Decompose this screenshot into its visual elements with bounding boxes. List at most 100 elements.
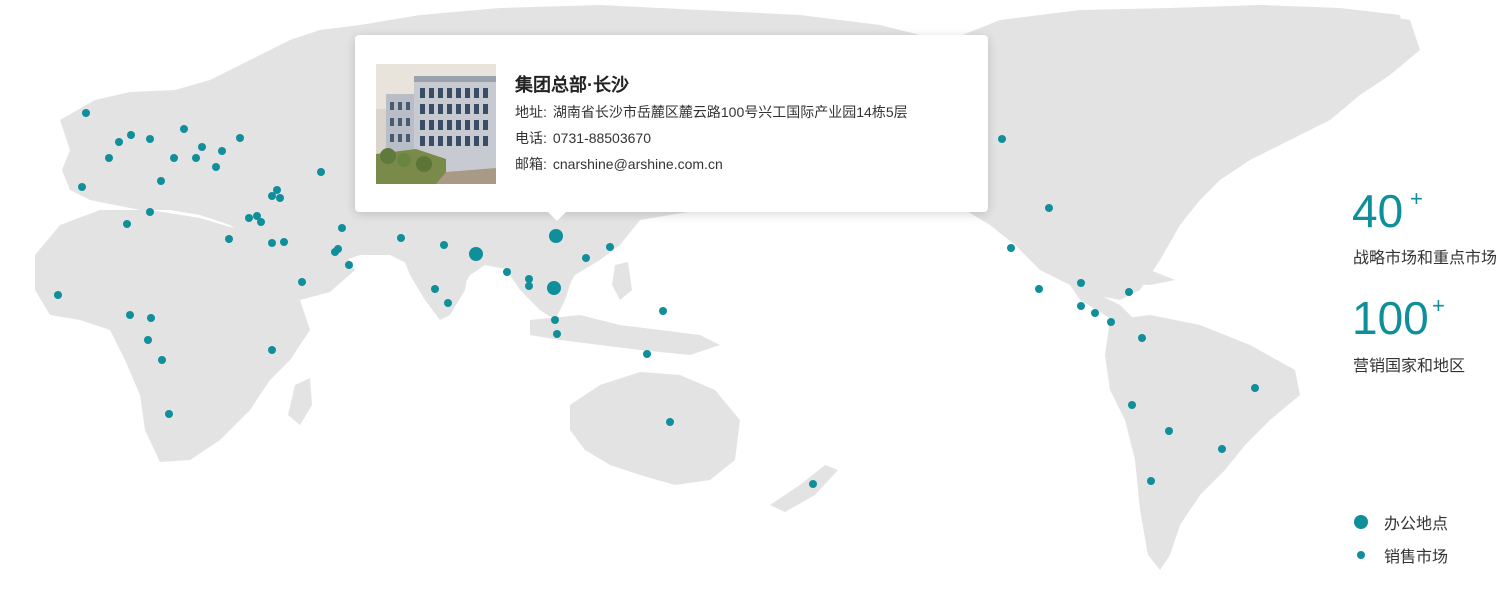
sales-market-dot[interactable] xyxy=(1128,401,1136,409)
legend-office-dot-icon xyxy=(1354,515,1368,529)
sales-market-dot[interactable] xyxy=(1218,445,1226,453)
landmass-madagascar xyxy=(288,378,312,425)
sales-market-dot[interactable] xyxy=(444,299,452,307)
phone-value: 0731-88503670 xyxy=(552,130,651,146)
sales-market-dot[interactable] xyxy=(146,135,154,143)
sales-market-dot[interactable] xyxy=(397,234,405,242)
sales-market-dot[interactable] xyxy=(317,168,325,176)
sales-market-dot[interactable] xyxy=(338,224,346,232)
office-location-dot[interactable] xyxy=(547,281,561,295)
stat-strategic-markets-label: 战略市场和重点市场 xyxy=(1353,250,1498,267)
sales-market-dot[interactable] xyxy=(666,418,674,426)
landmass-se-asia xyxy=(500,255,575,320)
sales-market-dot[interactable] xyxy=(998,135,1006,143)
headquarters-photo xyxy=(376,64,496,184)
sales-market-dot[interactable] xyxy=(212,163,220,171)
sales-market-dot[interactable] xyxy=(123,220,131,228)
landmass-philippines xyxy=(612,262,632,300)
sales-market-dot[interactable] xyxy=(659,307,667,315)
sales-market-dot[interactable] xyxy=(78,183,86,191)
email-value[interactable]: cnarshine@arshine.com.cn xyxy=(553,156,723,172)
legend-sales-dot-icon xyxy=(1357,551,1365,559)
legend-office-label: 办公地点 xyxy=(1384,516,1449,533)
popup-phone: 电话: 0731-88503670 xyxy=(515,128,651,148)
sales-market-dot[interactable] xyxy=(1077,279,1085,287)
sales-market-dot[interactable] xyxy=(334,245,342,253)
sales-market-dot[interactable] xyxy=(158,356,166,364)
sales-market-dot[interactable] xyxy=(273,186,281,194)
sales-market-dot[interactable] xyxy=(127,131,135,139)
sales-market-dot[interactable] xyxy=(180,125,188,133)
stat-strategic-markets-number: 40 xyxy=(1352,185,1404,237)
sales-market-dot[interactable] xyxy=(218,147,226,155)
sales-market-dot[interactable] xyxy=(1251,384,1259,392)
sales-market-dot[interactable] xyxy=(280,238,288,246)
sales-market-dot[interactable] xyxy=(1091,309,1099,317)
popup-email: 邮箱: cnarshine@arshine.com.cn xyxy=(515,154,723,174)
landmass-new-zealand xyxy=(770,465,838,512)
popup-title: 集团总部·长沙 xyxy=(515,75,629,95)
sales-market-dot[interactable] xyxy=(440,241,448,249)
sales-market-dot[interactable] xyxy=(643,350,651,358)
sales-market-dot[interactable] xyxy=(245,214,253,222)
sales-market-dot[interactable] xyxy=(1125,288,1133,296)
sales-market-dot[interactable] xyxy=(503,268,511,276)
popup-address: 地址: 湖南省长沙市岳麓区麓云路100号兴工国际产业园14栋5层 xyxy=(515,102,908,122)
sales-market-dot[interactable] xyxy=(298,278,306,286)
sales-market-dot[interactable] xyxy=(236,134,244,142)
legend-sales: 销售市场 xyxy=(1352,545,1448,566)
sales-market-dot[interactable] xyxy=(147,314,155,322)
sales-market-dot[interactable] xyxy=(582,254,590,262)
sales-market-dot[interactable] xyxy=(157,177,165,185)
headquarters-popup: 集团总部·长沙 地址: 湖南省长沙市岳麓区麓云路100号兴工国际产业园14栋5层 … xyxy=(355,35,988,221)
sales-market-dot[interactable] xyxy=(144,336,152,344)
sales-market-dot[interactable] xyxy=(54,291,62,299)
stat-marketing-regions-label: 营销国家和地区 xyxy=(1353,358,1466,375)
email-label: 邮箱: xyxy=(515,156,547,172)
legend-sales-label: 销售市场 xyxy=(1384,549,1449,566)
landmass-south-america xyxy=(1105,315,1300,570)
sales-market-dot[interactable] xyxy=(192,154,200,162)
phone-label: 电话: xyxy=(515,130,547,146)
sales-market-dot[interactable] xyxy=(525,275,533,283)
sales-market-dot[interactable] xyxy=(268,239,276,247)
sales-market-dot[interactable] xyxy=(1147,477,1155,485)
sales-market-dot[interactable] xyxy=(82,109,90,117)
office-location-dot[interactable] xyxy=(549,229,563,243)
sales-market-dot[interactable] xyxy=(276,194,284,202)
sales-market-dot[interactable] xyxy=(551,316,559,324)
sales-market-dot[interactable] xyxy=(809,480,817,488)
landmass-australia xyxy=(570,372,740,485)
sales-market-dot[interactable] xyxy=(1138,334,1146,342)
sales-market-dot[interactable] xyxy=(1077,302,1085,310)
stat-strategic-markets-plus: + xyxy=(1410,186,1423,211)
sales-market-dot[interactable] xyxy=(225,235,233,243)
landmass-india xyxy=(400,245,470,320)
address-value: 湖南省长沙市岳麓区麓云路100号兴工国际产业园14栋5层 xyxy=(552,104,908,120)
sales-market-dot[interactable] xyxy=(257,218,265,226)
sales-market-dot[interactable] xyxy=(1007,244,1015,252)
sales-market-dot[interactable] xyxy=(165,410,173,418)
sales-market-dot[interactable] xyxy=(553,330,561,338)
sales-market-dot[interactable] xyxy=(606,243,614,251)
sales-market-dot[interactable] xyxy=(126,311,134,319)
stat-marketing-regions-plus: + xyxy=(1432,293,1445,318)
legend-office: 办公地点 xyxy=(1352,512,1448,533)
office-location-dot[interactable] xyxy=(469,247,483,261)
sales-market-dot[interactable] xyxy=(146,208,154,216)
sales-market-dot[interactable] xyxy=(268,346,276,354)
sales-market-dot[interactable] xyxy=(345,261,353,269)
sales-market-dot[interactable] xyxy=(431,285,439,293)
sales-market-dot[interactable] xyxy=(1107,318,1115,326)
sales-market-dot[interactable] xyxy=(525,282,533,290)
sales-market-dot[interactable] xyxy=(1035,285,1043,293)
sales-market-dot[interactable] xyxy=(198,143,206,151)
stat-marketing-regions-number: 100 xyxy=(1352,292,1429,344)
world-map-section: 集团总部·长沙 地址: 湖南省长沙市岳麓区麓云路100号兴工国际产业园14栋5层 … xyxy=(0,0,1500,590)
sales-market-dot[interactable] xyxy=(170,154,178,162)
address-label: 地址: xyxy=(515,104,547,120)
sales-market-dot[interactable] xyxy=(1045,204,1053,212)
sales-market-dot[interactable] xyxy=(1165,427,1173,435)
sales-market-dot[interactable] xyxy=(115,138,123,146)
sales-market-dot[interactable] xyxy=(105,154,113,162)
